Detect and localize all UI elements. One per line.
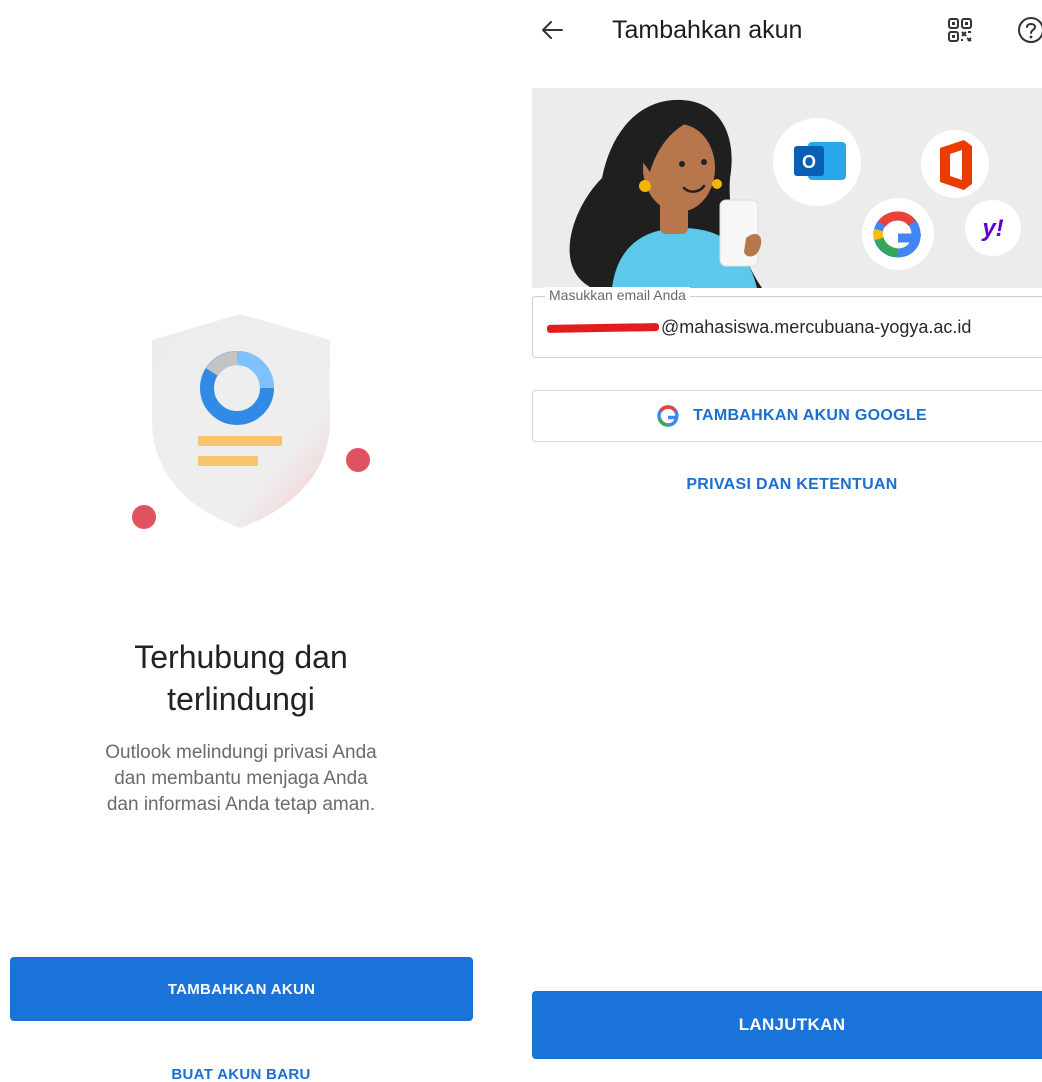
email-field-value[interactable]: @mahasiswa.mercubuana-yogya.ac.id <box>546 317 972 338</box>
svg-text:O: O <box>802 152 816 172</box>
page-title: Terhubung dan terlindungi <box>0 636 482 720</box>
onboarding-screen: Terhubung dan terlindungi Outlook melind… <box>0 0 482 1082</box>
email-domain-text: @mahasiswa.mercubuana-yogya.ac.id <box>661 317 972 337</box>
title-line: terlindungi <box>167 681 315 717</box>
description-text: Outlook melindungi privasi Anda dan memb… <box>40 740 442 818</box>
screen-title: Tambahkan akun <box>612 16 803 44</box>
add-account-button[interactable]: TAMBAHKAN AKUN <box>10 957 473 1021</box>
outlook-icon: O <box>794 142 846 180</box>
woman-illustration: O y! <box>569 99 1021 288</box>
shield-icon <box>132 314 370 529</box>
add-google-account-label: TAMBAHKAN AKUN GOOGLE <box>693 407 927 424</box>
email-field[interactable]: Masukkan email Anda @mahasiswa.mercubuan… <box>532 287 1042 358</box>
continue-button[interactable]: LANJUTKAN <box>532 991 1042 1059</box>
create-account-link[interactable]: BUAT AKUN BARU <box>0 1066 482 1082</box>
privacy-terms-link[interactable]: PRIVASI DAN KETENTUAN <box>532 476 1042 494</box>
title-line: Terhubung dan <box>134 639 348 675</box>
description-line: dan informasi Anda tetap aman. <box>106 794 376 815</box>
email-field-label: Masukkan email Anda <box>545 287 690 303</box>
add-google-account-button[interactable]: TAMBAHKAN AKUN GOOGLE <box>532 390 1042 442</box>
help-icon[interactable] <box>1016 15 1042 45</box>
arrow-left-icon[interactable] <box>536 14 568 46</box>
office-icon <box>940 140 972 190</box>
google-icon <box>657 405 679 427</box>
description-line: Outlook melindungi privasi Anda <box>105 742 377 763</box>
description-line: dan membantu menjaga Anda <box>114 768 368 789</box>
qr-code-icon[interactable] <box>946 16 974 44</box>
yahoo-icon: y! <box>981 215 1003 242</box>
app-bar: Tambahkan akun <box>520 0 1042 62</box>
hero-illustration: O y! <box>532 88 1042 288</box>
redaction-mark <box>546 323 660 334</box>
svg-text:y!: y! <box>981 215 1003 242</box>
add-account-screen: Tambahkan akun O y! Masukkan email Anda … <box>520 0 1042 1082</box>
